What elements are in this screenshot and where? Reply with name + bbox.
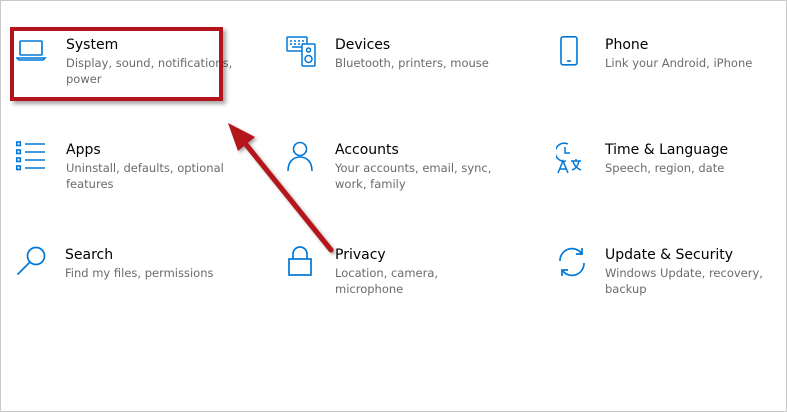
tile-title: Devices <box>335 37 391 53</box>
tile-title: Accounts <box>335 142 399 158</box>
settings-tile-privacy[interactable]: Privacy Location, camera, microphone <box>286 246 536 326</box>
tile-title: Phone <box>605 37 649 53</box>
list-icon <box>16 141 50 175</box>
tile-title: Search <box>65 247 114 263</box>
lock-icon <box>286 246 320 280</box>
settings-tile-update-security[interactable]: Update & Security Windows Update, recove… <box>556 246 787 326</box>
tile-description: Find my files, permissions <box>65 266 214 280</box>
magnifier-icon <box>16 246 50 280</box>
tile-description: Bluetooth, printers, mouse <box>335 56 489 70</box>
settings-tile-phone[interactable]: Phone Link your Android, iPhone <box>556 36 787 116</box>
tile-description: Location, camera, microphone <box>335 266 439 296</box>
tile-title: Time & Language <box>605 142 729 158</box>
tile-description: Link your Android, iPhone <box>605 56 753 70</box>
tile-description: Uninstall, defaults, optional features <box>66 161 224 191</box>
tile-title: Privacy <box>335 247 386 263</box>
settings-tile-accounts[interactable]: Accounts Your accounts, email, sync, wor… <box>286 141 536 221</box>
settings-tile-search[interactable]: Search Find my files, permissions <box>16 246 266 326</box>
tile-title: Apps <box>66 142 101 158</box>
settings-tile-apps[interactable]: Apps Uninstall, defaults, optional featu… <box>16 141 266 221</box>
phone-icon <box>556 36 590 70</box>
tile-description: Speech, region, date <box>605 161 725 175</box>
settings-tile-time-language[interactable]: Time & Language Speech, region, date <box>556 141 787 221</box>
keyboard-speaker-icon <box>286 36 320 70</box>
settings-tile-devices[interactable]: Devices Bluetooth, printers, mouse <box>286 36 536 116</box>
tile-description: Your accounts, email, sync, work, family <box>335 161 492 191</box>
tile-description: Windows Update, recovery, backup <box>605 266 763 296</box>
tile-title: Update & Security <box>605 247 734 263</box>
sync-icon <box>556 246 590 280</box>
person-icon <box>286 141 320 175</box>
highlight-box <box>10 27 223 101</box>
clock-language-icon <box>556 141 590 175</box>
